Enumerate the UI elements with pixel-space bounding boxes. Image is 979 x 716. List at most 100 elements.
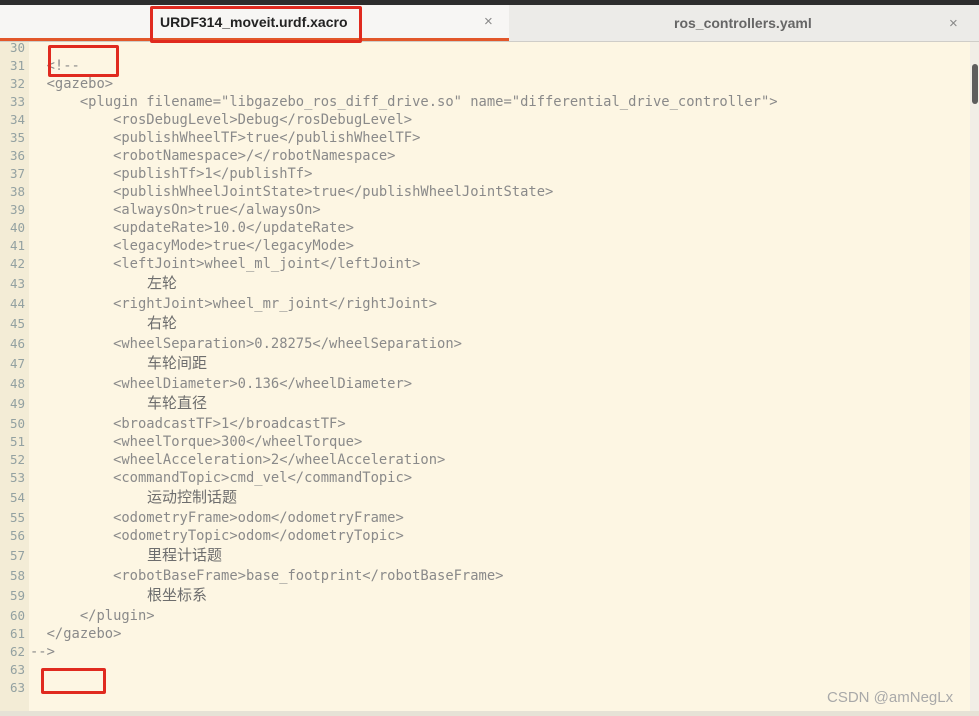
- line-number: 56: [9, 528, 25, 543]
- line-number: 43: [9, 276, 25, 291]
- line-number: 52: [9, 452, 25, 467]
- code-text: <wheelDiameter>0.136</wheelDiameter>: [30, 376, 413, 392]
- annotation-text: 右轮: [147, 314, 178, 332]
- code-line[interactable]: 44 <rightJoint>wheel_mr_joint</rightJoin…: [0, 294, 970, 312]
- close-icon[interactable]: ×: [484, 13, 493, 30]
- line-number: 30: [9, 40, 25, 55]
- code-text: <alwaysOn>true</alwaysOn>: [30, 202, 321, 218]
- code-line[interactable]: 48 <wheelDiameter>0.136</wheelDiameter>: [0, 374, 970, 392]
- bottom-edge: [0, 711, 979, 716]
- code-text: <legacyMode>true</legacyMode>: [30, 238, 354, 254]
- code-line[interactable]: 63: [0, 660, 970, 678]
- code-line[interactable]: 59 根坐标系: [0, 584, 970, 606]
- line-number: 54: [9, 490, 25, 505]
- code-text: <robotBaseFrame>base_footprint</robotBas…: [30, 568, 504, 584]
- line-number: 36: [9, 148, 25, 163]
- line-number: 41: [9, 238, 25, 253]
- line-number: 59: [9, 588, 25, 603]
- code-line[interactable]: 61 </gazebo>: [0, 624, 970, 642]
- annotation-text: 左轮: [147, 274, 178, 292]
- code-line[interactable]: 57 里程计话题: [0, 544, 970, 566]
- code-text: -->: [30, 644, 55, 660]
- code-line[interactable]: 47 车轮间距: [0, 352, 970, 374]
- line-number: 63: [9, 680, 25, 695]
- code-text: </gazebo>: [30, 626, 122, 642]
- line-number: 48: [9, 376, 25, 391]
- code-text: <rightJoint>wheel_mr_joint</rightJoint>: [30, 296, 438, 312]
- code-text: <publishWheelJointState>true</publishWhe…: [30, 184, 554, 200]
- code-line[interactable]: 30: [0, 38, 970, 56]
- line-number: 44: [9, 296, 25, 311]
- line-number: 55: [9, 510, 25, 525]
- line-number: 61: [9, 626, 25, 641]
- code-line[interactable]: 58 <robotBaseFrame>base_footprint</robot…: [0, 566, 970, 584]
- code-line[interactable]: 38 <publishWheelJointState>true</publish…: [0, 182, 970, 200]
- code-text: <wheelAcceleration>2</wheelAcceleration>: [30, 452, 446, 468]
- line-number: 50: [9, 416, 25, 431]
- code-text: </plugin>: [30, 608, 155, 624]
- line-number: 37: [9, 166, 25, 181]
- annotation-text: 车轮直径: [147, 394, 208, 412]
- code-line[interactable]: 54 运动控制话题: [0, 486, 970, 508]
- line-number: 63: [9, 662, 25, 677]
- code-line[interactable]: 40 <updateRate>10.0</updateRate>: [0, 218, 970, 236]
- code-line[interactable]: 51 <wheelTorque>300</wheelTorque>: [0, 432, 970, 450]
- code-line[interactable]: 41 <legacyMode>true</legacyMode>: [0, 236, 970, 254]
- vertical-scrollbar[interactable]: [970, 42, 979, 716]
- line-number: 39: [9, 202, 25, 217]
- line-number: 60: [9, 608, 25, 623]
- annotation-text: 车轮间距: [147, 354, 208, 372]
- line-number: 62: [9, 644, 25, 659]
- code-editor[interactable]: 30 31 <!-- 32 <gazebo> 33 <plugin filename=…: [0, 38, 970, 696]
- highlight-box-comment-end: [41, 668, 106, 694]
- line-number: 40: [9, 220, 25, 235]
- code-text: <wheelTorque>300</wheelTorque>: [30, 434, 363, 450]
- code-line[interactable]: 55 <odometryFrame>odom</odometryFrame>: [0, 508, 970, 526]
- code-line[interactable]: 60 </plugin>: [0, 606, 970, 624]
- code-line[interactable]: 52 <wheelAcceleration>2</wheelAccelerati…: [0, 450, 970, 468]
- annotation-text: 根坐标系: [147, 586, 208, 604]
- tab-bar: URDF314_moveit.urdf.xacro × ros_controll…: [0, 5, 979, 42]
- code-line[interactable]: 39 <alwaysOn>true</alwaysOn>: [0, 200, 970, 218]
- code-text: <gazebo>: [30, 76, 114, 92]
- code-line[interactable]: 31 <!--: [0, 56, 970, 74]
- line-number: 34: [9, 112, 25, 127]
- line-number: 31: [9, 58, 25, 73]
- code-line[interactable]: 34 <rosDebugLevel>Debug</rosDebugLevel>: [0, 110, 970, 128]
- line-number: 46: [9, 336, 25, 351]
- line-number: 32: [9, 76, 25, 91]
- line-number: 33: [9, 94, 25, 109]
- tab-ros-controllers-yaml[interactable]: ros_controllers.yaml ×: [509, 5, 979, 41]
- code-line[interactable]: 49 车轮直径: [0, 392, 970, 414]
- code-line[interactable]: 35 <publishWheelTF>true</publishWheelTF>: [0, 128, 970, 146]
- code-line[interactable]: 43 左轮: [0, 272, 970, 294]
- code-text: <leftJoint>wheel_ml_joint</leftJoint>: [30, 256, 421, 272]
- code-line[interactable]: 50 <broadcastTF>1</broadcastTF>: [0, 414, 970, 432]
- code-text: <rosDebugLevel>Debug</rosDebugLevel>: [30, 112, 413, 128]
- code-text: <publishTf>1</publishTf>: [30, 166, 313, 182]
- close-icon[interactable]: ×: [949, 15, 958, 32]
- line-number: 57: [9, 548, 25, 563]
- code-line[interactable]: 32 <gazebo>: [0, 74, 970, 92]
- tab-label: ros_controllers.yaml: [674, 15, 812, 31]
- line-number: 35: [9, 130, 25, 145]
- code-text: <commandTopic>cmd_vel</commandTopic>: [30, 470, 413, 486]
- line-number: 53: [9, 470, 25, 485]
- scrollbar-thumb[interactable]: [972, 64, 978, 104]
- code-line[interactable]: 45 右轮: [0, 312, 970, 334]
- code-text: <broadcastTF>1</broadcastTF>: [30, 416, 346, 432]
- code-line[interactable]: 37 <publishTf>1</publishTf>: [0, 164, 970, 182]
- highlight-box-active-tab: [150, 6, 362, 43]
- code-line[interactable]: 53 <commandTopic>cmd_vel</commandTopic>: [0, 468, 970, 486]
- code-line[interactable]: 56 <odometryTopic>odom</odometryTopic>: [0, 526, 970, 544]
- code-line[interactable]: 36 <robotNamespace>/</robotNamespace>: [0, 146, 970, 164]
- line-number: 47: [9, 356, 25, 371]
- annotation-text: 里程计话题: [147, 546, 223, 564]
- code-line[interactable]: 63: [0, 678, 970, 696]
- code-line[interactable]: 62 -->: [0, 642, 970, 660]
- line-number: 45: [9, 316, 25, 331]
- code-text: <odometryTopic>odom</odometryTopic>: [30, 528, 404, 544]
- code-line[interactable]: 42 <leftJoint>wheel_ml_joint</leftJoint>: [0, 254, 970, 272]
- code-line[interactable]: 33 <plugin filename="libgazebo_ros_diff_…: [0, 92, 970, 110]
- code-line[interactable]: 46 <wheelSeparation>0.28275</wheelSepara…: [0, 334, 970, 352]
